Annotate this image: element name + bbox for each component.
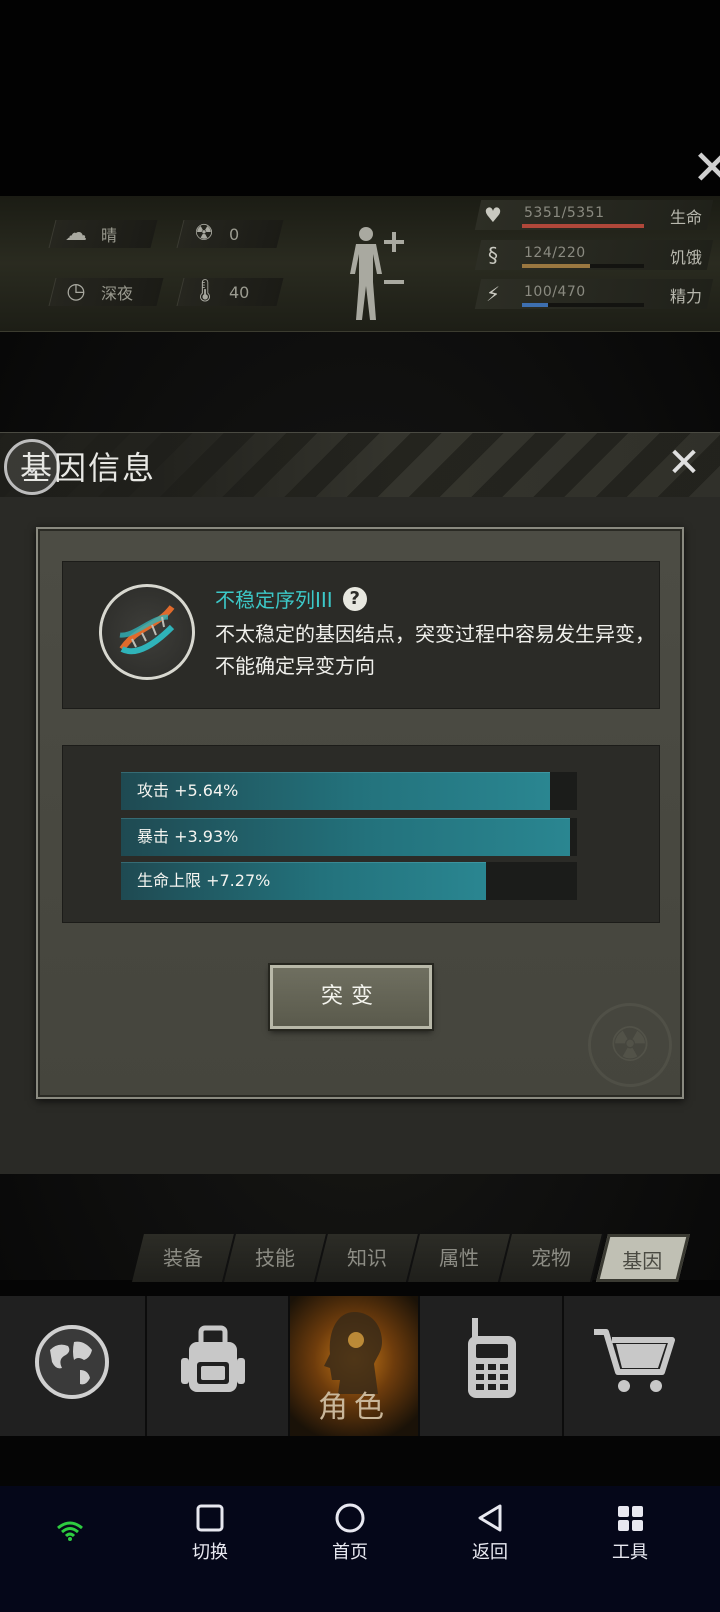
bonus-row-max-hp: 生命上限 +7.27% — [121, 862, 577, 900]
bonus-label: 暴击 +3.93% — [137, 827, 239, 846]
system-nav-bar: 切换 首页 返回 工具 — [0, 1486, 720, 1612]
time-chip: ◷ 深夜 — [48, 278, 164, 306]
dark-sky — [0, 0, 720, 200]
tab-label: 技能 — [255, 1246, 295, 1270]
gene-bonus-list: 攻击 +5.64% 暴击 +3.93% 生命上限 +7.27% — [62, 745, 660, 923]
dialog-header: ⌄ 基因信息 ✕ — [0, 433, 720, 497]
sys-back-button[interactable]: 返回 — [450, 1486, 530, 1612]
bonus-row-attack: 攻击 +5.64% — [121, 772, 577, 810]
stat-bar-fill — [522, 224, 644, 228]
gene-description: 不太稳定的基因结点，突变过程中容易发生异变，不能确定异变方向 — [215, 622, 655, 678]
temperature-chip: 🌡 40 — [176, 278, 284, 306]
radiation-chip: ☢ 0 — [176, 220, 284, 248]
bonus-label: 生命上限 +7.27% — [137, 871, 271, 890]
clock-icon: ◷ — [66, 279, 86, 304]
tab-label: 知识 — [347, 1246, 387, 1270]
tab-label: 基因 — [622, 1249, 663, 1273]
gene-summary: 不稳定序列III ? 不太稳定的基因结点，突变过程中容易发生异变，不能确定异变方… — [62, 561, 660, 709]
crossed-tools-icon[interactable]: ✕ — [692, 138, 720, 198]
tab-label: 装备 — [163, 1246, 203, 1270]
globe-icon — [35, 1325, 109, 1399]
game-screen: ✕ ☁ 晴 ☢ 0 ◷ 深夜 🌡 40 ♥ 5351/5351 生命 § 124… — [0, 0, 720, 1612]
gene-info-dialog: ⌄ 基因信息 ✕ ☢ 不稳定序列III ? 不太稳定的基因结点，突变过程中容易发… — [0, 432, 720, 1174]
sys-back-label: 返回 — [472, 1542, 508, 1563]
mutate-button[interactable]: 突变 — [270, 965, 432, 1029]
nav-character-label: 角色 — [318, 1390, 390, 1425]
close-icon[interactable]: ✕ — [662, 441, 706, 485]
triangle-back-icon — [478, 1504, 502, 1532]
heart-pulse-icon: ♥ — [484, 203, 502, 227]
game-nav: 角色 — [0, 1296, 720, 1436]
stomach-icon: § — [488, 243, 498, 267]
stat-bar-track — [522, 264, 644, 268]
tab-attributes[interactable]: 属性 — [408, 1234, 512, 1282]
stat-bar-track — [522, 303, 644, 307]
body-status-icon[interactable] — [344, 222, 434, 322]
gene-name: 不稳定序列III — [215, 588, 333, 612]
sys-home-label: 首页 — [332, 1542, 368, 1563]
grid-icon — [618, 1506, 643, 1531]
energy-icon: ⚡ — [485, 282, 501, 306]
stat-bar-fill — [522, 264, 591, 268]
sys-switch-label: 切换 — [192, 1542, 228, 1563]
character-tabs: 装备 技能 知识 属性 宠物 基因 — [130, 1234, 690, 1282]
sys-switch-button[interactable]: 切换 — [170, 1486, 250, 1612]
sys-tools-button[interactable]: 工具 — [590, 1486, 670, 1612]
bonus-label: 攻击 +5.64% — [137, 781, 239, 800]
gene-panel: ☢ 不稳定序列III ? 不太稳定的基因结点，突变过程中容易发生异变，不能确定异… — [36, 527, 684, 1099]
nav-shop[interactable] — [564, 1296, 720, 1436]
time-of-day-text: 深夜 — [101, 284, 134, 303]
weather-text: 晴 — [101, 226, 118, 245]
stat-value: 124/220 — [524, 245, 586, 261]
stat-bar-fill — [522, 303, 548, 307]
help-icon[interactable]: ? — [342, 586, 367, 611]
stat-label: 生命 — [669, 208, 702, 227]
stat-label: 饥饿 — [669, 248, 702, 267]
shopping-cart-icon — [594, 1329, 675, 1392]
backpack-icon — [181, 1325, 245, 1392]
tab-skills[interactable]: 技能 — [224, 1234, 328, 1282]
stat-value: 5351/5351 — [524, 205, 605, 221]
cloud-icon: ☁ — [65, 221, 87, 246]
walkie-talkie-icon — [468, 1318, 516, 1398]
radiation-value: 0 — [229, 224, 240, 244]
tab-genes[interactable]: 基因 — [596, 1234, 690, 1282]
radiation-watermark-icon: ☢ — [588, 1003, 672, 1087]
tab-equipment[interactable]: 装备 — [132, 1234, 236, 1282]
stat-value: 100/470 — [524, 284, 586, 300]
square-icon — [196, 1504, 224, 1532]
nav-character[interactable]: 角色 — [290, 1296, 418, 1436]
bonus-row-crit: 暴击 +3.93% — [121, 818, 577, 856]
circle-icon — [335, 1503, 365, 1533]
nav-radio[interactable] — [420, 1296, 562, 1436]
nav-backpack[interactable] — [147, 1296, 288, 1436]
sys-tools-label: 工具 — [612, 1542, 648, 1563]
tab-knowledge[interactable]: 知识 — [316, 1234, 420, 1282]
tab-pets[interactable]: 宠物 — [500, 1234, 604, 1282]
vital-stat-0: ♥ 5351/5351 生命 — [474, 200, 714, 230]
stat-bar-track — [522, 224, 644, 228]
thermometer-icon: 🌡 — [191, 279, 219, 304]
radiation-icon: ☢ — [194, 221, 214, 246]
tab-label: 宠物 — [531, 1246, 571, 1270]
stat-label: 精力 — [669, 287, 702, 306]
weather-chip: ☁ 晴 — [48, 220, 158, 248]
vital-stat-1: § 124/220 饥饿 — [474, 240, 714, 270]
tab-label: 属性 — [439, 1246, 479, 1270]
wifi-icon — [57, 1521, 83, 1541]
dna-icon — [99, 584, 195, 680]
temperature-value: 40 — [229, 282, 250, 302]
dialog-title: 基因信息 — [20, 449, 157, 487]
nav-world-map[interactable] — [0, 1296, 145, 1436]
sys-home-button[interactable]: 首页 — [310, 1486, 390, 1612]
vital-stat-2: ⚡ 100/470 精力 — [474, 279, 714, 309]
